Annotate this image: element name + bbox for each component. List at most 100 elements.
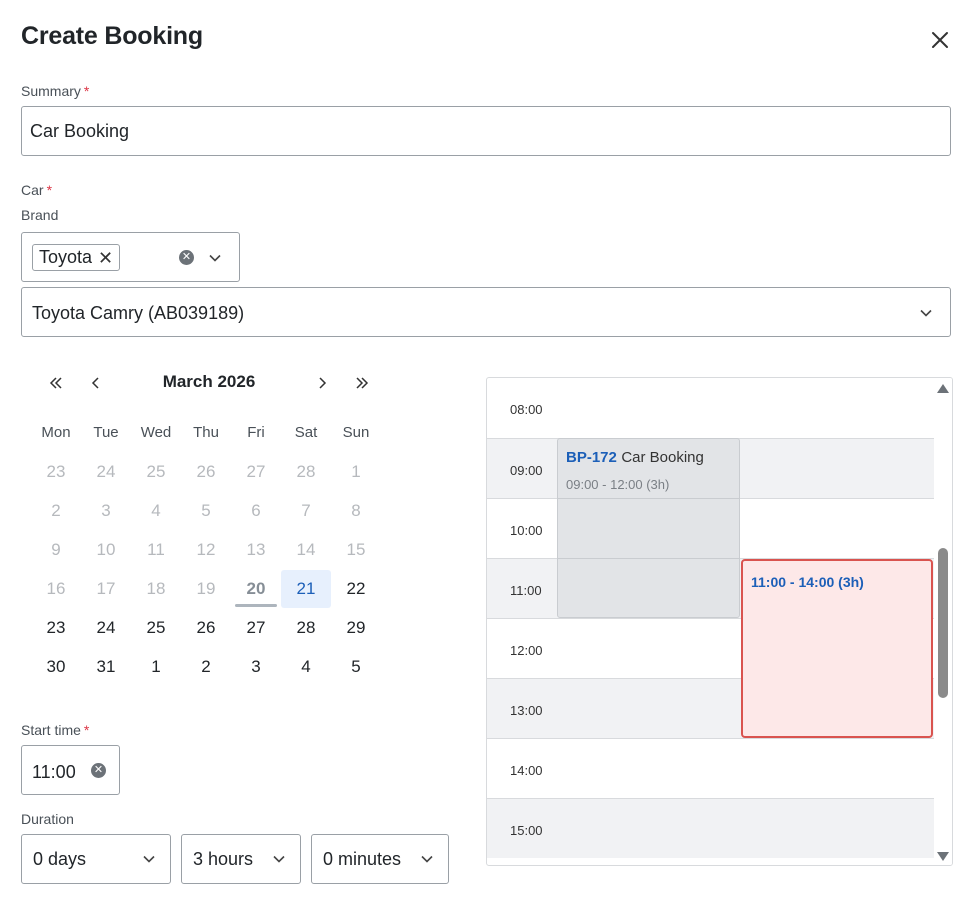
calendar-day[interactable]: 14 xyxy=(281,531,331,569)
calendar-day[interactable]: 7 xyxy=(281,492,331,530)
event-id: BP-172 xyxy=(566,449,617,466)
calendar-day[interactable]: 24 xyxy=(81,609,131,647)
calendar-day[interactable]: 30 xyxy=(31,648,81,686)
calendar-day[interactable]: 19 xyxy=(181,570,231,608)
calendar-day[interactable]: 25 xyxy=(131,453,181,491)
car-model-select[interactable]: Toyota Camry (AB039189) xyxy=(21,287,951,337)
event-time: 09:00 - 12:00 (3h) xyxy=(566,477,670,492)
weekday-label: Sat xyxy=(294,424,318,441)
calendar-month-label[interactable]: March 2026 xyxy=(140,372,278,392)
calendar-week: 23 24 25 26 27 28 1 xyxy=(31,453,381,491)
calendar-day[interactable]: 28 xyxy=(281,453,331,491)
calendar-day[interactable]: 15 xyxy=(331,531,381,569)
prev-month-icon[interactable] xyxy=(89,375,103,391)
calendar-day[interactable]: 1 xyxy=(131,648,181,686)
calendar-day[interactable]: 31 xyxy=(81,648,131,686)
calendar-week: 23 24 25 26 27 28 29 xyxy=(31,609,381,647)
calendar-week: 2 3 4 5 6 7 8 xyxy=(31,492,381,530)
time-label: 12:00 xyxy=(510,643,543,658)
duration-label: Duration xyxy=(21,811,74,827)
calendar-day[interactable]: 27 xyxy=(231,609,281,647)
car-label: Car * xyxy=(21,182,53,198)
weekday-label: Wed xyxy=(140,424,172,441)
summary-label: Summary * xyxy=(21,83,90,99)
calendar-day[interactable]: 29 xyxy=(331,609,381,647)
scroll-up-icon[interactable] xyxy=(937,384,949,393)
calendar-day-selected[interactable]: 21 xyxy=(281,570,331,608)
calendar-day[interactable]: 2 xyxy=(181,648,231,686)
calendar-day[interactable]: 16 xyxy=(31,570,81,608)
chevron-down-icon[interactable] xyxy=(208,251,222,265)
time-label: 08:00 xyxy=(510,402,543,417)
calendar-day[interactable]: 2 xyxy=(31,492,81,530)
calendar-day[interactable]: 11 xyxy=(131,531,181,569)
calendar-day[interactable]: 22 xyxy=(331,570,381,608)
scroll-down-icon[interactable] xyxy=(937,852,949,861)
calendar-day-today[interactable]: 20 xyxy=(231,570,281,608)
duration-hours-select[interactable]: 3 hours xyxy=(181,834,301,884)
duration-hours-value: 3 hours xyxy=(193,848,254,869)
duration-days-value: 0 days xyxy=(33,848,87,869)
calendar-day[interactable]: 13 xyxy=(231,531,281,569)
calendar-day[interactable]: 17 xyxy=(81,570,131,608)
time-label: 09:00 xyxy=(510,463,543,478)
time-slot[interactable]: 14:00 xyxy=(487,738,934,798)
clear-brand-icon[interactable]: ✕ xyxy=(179,250,194,265)
time-label: 13:00 xyxy=(510,703,543,718)
prev-year-icon[interactable] xyxy=(48,375,64,391)
calendar-week: 30 31 1 2 3 4 5 xyxy=(31,648,381,686)
calendar-day[interactable]: 6 xyxy=(231,492,281,530)
close-icon xyxy=(932,32,948,48)
calendar-day[interactable]: 18 xyxy=(131,570,181,608)
time-slot[interactable]: 15:00 xyxy=(487,798,934,858)
today-underline xyxy=(235,604,277,607)
time-label: 14:00 xyxy=(510,763,543,778)
next-year-icon[interactable] xyxy=(354,375,370,391)
calendar-day[interactable]: 24 xyxy=(81,453,131,491)
duration-days-select[interactable]: 0 days xyxy=(21,834,171,884)
weekday-label: Mon xyxy=(41,424,71,441)
scrollbar-thumb[interactable] xyxy=(938,548,948,698)
calendar-day[interactable]: 3 xyxy=(81,492,131,530)
calendar-day[interactable]: 23 xyxy=(31,609,81,647)
calendar-week: 9 10 11 12 13 14 15 xyxy=(31,531,381,569)
weekday-header: Mon Tue Wed Thu Fri Sat Sun xyxy=(31,424,381,441)
chip-remove-icon[interactable]: ✕ xyxy=(98,249,113,267)
calendar-day[interactable]: 4 xyxy=(131,492,181,530)
time-label: 10:00 xyxy=(510,523,543,538)
calendar-day[interactable]: 26 xyxy=(181,453,231,491)
calendar-day[interactable]: 28 xyxy=(281,609,331,647)
time-slot[interactable]: 08:00 xyxy=(487,378,934,438)
calendar-day[interactable]: 10 xyxy=(81,531,131,569)
calendar-day[interactable]: 27 xyxy=(231,453,281,491)
duration-minutes-value: 0 minutes xyxy=(323,848,402,869)
weekday-label: Fri xyxy=(247,424,265,441)
time-label: 15:00 xyxy=(510,823,543,838)
existing-booking-event[interactable]: BP-172 Car Booking 09:00 - 12:00 (3h) xyxy=(557,438,740,618)
close-button[interactable] xyxy=(926,26,954,54)
schedule-panel[interactable]: 08:00 09:00 10:00 11:00 12:00 13:00 14:0… xyxy=(486,377,953,866)
calendar-day[interactable]: 9 xyxy=(31,531,81,569)
calendar-day[interactable]: 12 xyxy=(181,531,231,569)
weekday-label: Tue xyxy=(93,424,119,441)
calendar-day[interactable]: 1 xyxy=(331,453,381,491)
summary-input[interactable]: Car Booking xyxy=(21,106,951,156)
calendar-day[interactable]: 23 xyxy=(31,453,81,491)
event-divider xyxy=(558,558,739,559)
calendar-day[interactable]: 5 xyxy=(331,648,381,686)
time-label: 11:00 xyxy=(510,583,542,598)
new-booking-event[interactable]: 11:00 - 14:00 (3h) xyxy=(741,559,933,738)
calendar-day[interactable]: 3 xyxy=(231,648,281,686)
start-time-value: 11:00 xyxy=(32,762,76,782)
next-month-icon[interactable] xyxy=(315,375,329,391)
start-time-input[interactable]: 11:00 ✕ xyxy=(21,745,120,795)
calendar-day[interactable]: 4 xyxy=(281,648,331,686)
chevron-down-icon xyxy=(421,855,433,863)
calendar-day[interactable]: 8 xyxy=(331,492,381,530)
duration-minutes-select[interactable]: 0 minutes xyxy=(311,834,449,884)
today-label: 20 xyxy=(246,579,266,598)
calendar-day[interactable]: 25 xyxy=(131,609,181,647)
calendar-day[interactable]: 26 xyxy=(181,609,231,647)
clear-time-icon[interactable]: ✕ xyxy=(91,763,106,778)
calendar-day[interactable]: 5 xyxy=(181,492,231,530)
